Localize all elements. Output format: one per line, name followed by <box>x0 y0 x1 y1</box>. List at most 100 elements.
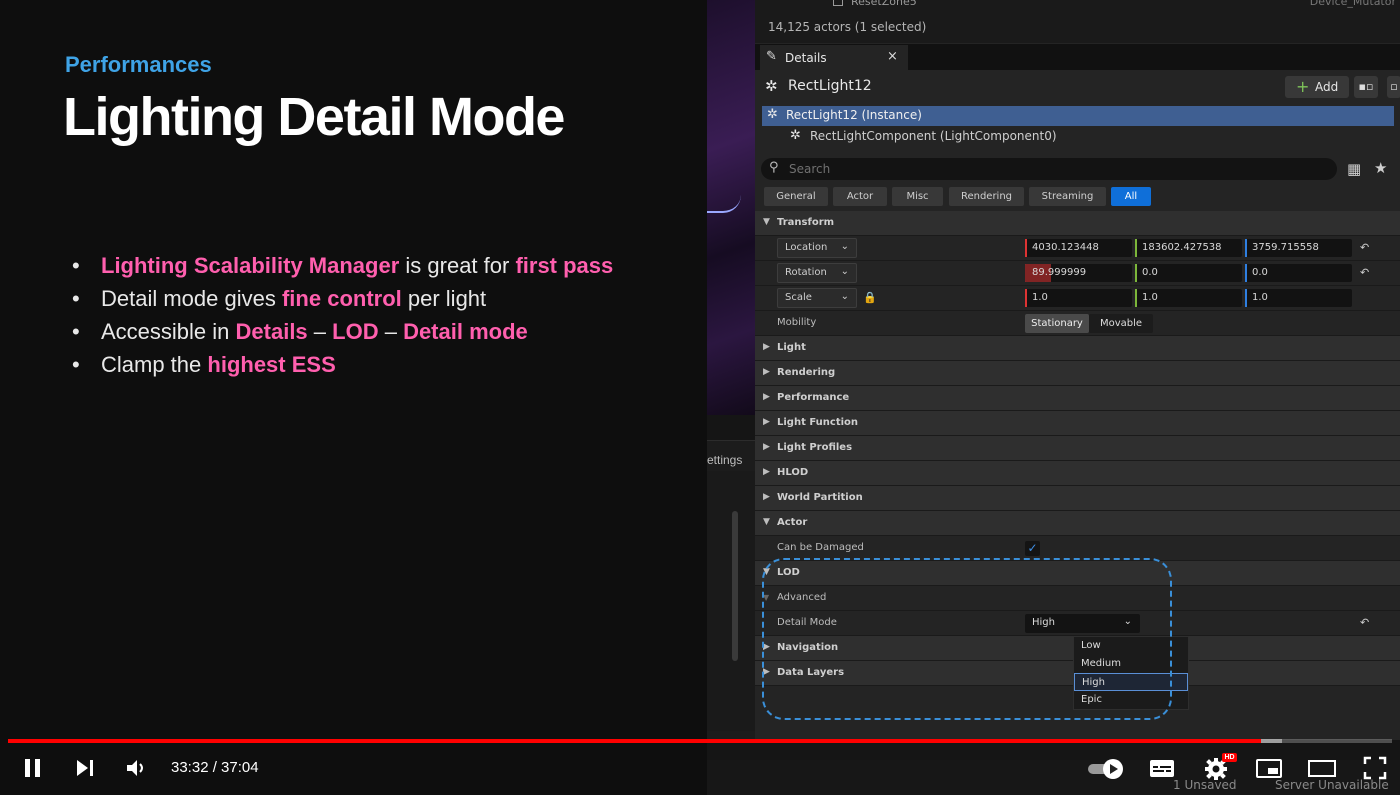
property-rotation: Rotation ⌄ 89.999999 0.0 0.0 ↶ <box>755 261 1400 286</box>
rotation-y-field[interactable]: 0.0 <box>1135 264 1242 282</box>
mobility-movable-button[interactable]: Movable <box>1089 314 1153 333</box>
highlight-text: first pass <box>515 253 614 278</box>
progress-buffered <box>1261 739 1282 743</box>
bullet-text: per light <box>401 286 487 311</box>
theater-mode-icon[interactable] <box>1307 757 1337 779</box>
location-y-value: 183602.427538 <box>1142 242 1222 253</box>
scrollbar[interactable] <box>732 511 738 661</box>
category-tab-rendering[interactable]: Rendering <box>949 187 1024 206</box>
check-icon: ✓ <box>1027 541 1038 555</box>
can-be-damaged-checkbox[interactable]: ✓ <box>1025 541 1040 556</box>
outliner-item[interactable]: ResetZone5 <box>851 0 917 8</box>
component-instance-row[interactable]: ✲ RectLight12 (Instance) <box>762 106 1394 126</box>
section-title: Transform <box>777 217 835 228</box>
left-settings-panel: ettings <box>707 440 755 740</box>
reset-to-default-icon[interactable]: ↶ <box>1360 266 1369 279</box>
detail-mode-option-low[interactable]: Low <box>1074 637 1188 655</box>
section-actor[interactable]: ▼ Actor <box>755 511 1400 536</box>
add-label: Add <box>1315 80 1339 94</box>
rotation-dropdown[interactable]: Rotation ⌄ <box>777 263 857 283</box>
category-tab-all[interactable]: All <box>1111 187 1151 206</box>
lock-icon[interactable]: 🔒 <box>863 291 877 304</box>
location-x-field[interactable]: 4030.123448 <box>1025 239 1132 257</box>
mobility-label: Mobility <box>777 317 817 328</box>
plus-icon: + <box>1296 77 1310 96</box>
y-axis-marker <box>1135 289 1137 307</box>
section-transform[interactable]: ▼ Transform <box>755 211 1400 236</box>
scale-y-field[interactable]: 1.0 <box>1135 289 1242 307</box>
lock-icon[interactable]: ▫ <box>1387 76 1400 98</box>
autoplay-toggle-icon[interactable] <box>1087 758 1127 780</box>
section-light[interactable]: ▶ Light <box>755 336 1400 361</box>
expand-arrow-icon: ▶ <box>763 642 770 652</box>
slide-kicker: Performances <box>65 52 212 77</box>
pencil-icon: ✎ <box>766 49 777 64</box>
section-light-function[interactable]: ▶ Light Function <box>755 411 1400 436</box>
advanced-group[interactable]: ▼ Advanced <box>755 586 1400 611</box>
section-hlod[interactable]: ▶ HLOD <box>755 461 1400 486</box>
location-z-field[interactable]: 3759.715558 <box>1245 239 1352 257</box>
component-child-row[interactable]: RectLightComponent (LightComponent0) <box>810 129 1057 143</box>
section-world-partition[interactable]: ▶ World Partition <box>755 486 1400 511</box>
detail-mode-option-epic[interactable]: Epic <box>1074 691 1188 709</box>
category-tab-general[interactable]: General <box>764 187 828 206</box>
scale-dropdown[interactable]: Scale ⌄ <box>777 288 857 308</box>
y-axis-marker <box>1135 264 1137 282</box>
detail-mode-label: Detail Mode <box>777 617 837 628</box>
blueprint-icon[interactable]: ▪▫ <box>1354 76 1378 98</box>
actor-count: 14,125 actors (1 selected) <box>768 20 927 34</box>
favorites-star-icon[interactable]: ★ <box>1374 159 1387 177</box>
miniplayer-icon[interactable] <box>1255 757 1283 779</box>
tab-details[interactable]: ✎ Details × <box>760 45 908 70</box>
section-light-profiles[interactable]: ▶ Light Profiles <box>755 436 1400 461</box>
detail-mode-select[interactable]: High ⌄ <box>1025 614 1140 633</box>
add-component-button[interactable]: + Add <box>1285 76 1349 98</box>
detail-mode-option-medium[interactable]: Medium <box>1074 655 1188 673</box>
section-title: Rendering <box>777 367 836 378</box>
highlight-text: fine control <box>281 286 402 311</box>
close-icon[interactable]: × <box>887 49 898 64</box>
section-title: World Partition <box>777 492 863 503</box>
advanced-label: Advanced <box>777 592 827 603</box>
pause-icon[interactable] <box>22 757 44 779</box>
expand-arrow-icon: ▶ <box>763 367 770 377</box>
server-status[interactable]: Server Unavailable <box>1275 778 1389 792</box>
search-icon: ⚲ <box>769 160 779 175</box>
scale-x-field[interactable]: 1.0 <box>1025 289 1132 307</box>
detail-mode-option-high[interactable]: High <box>1074 673 1188 691</box>
rotation-x-field[interactable]: 89.999999 <box>1025 264 1132 282</box>
reset-to-default-icon[interactable]: ↶ <box>1360 616 1369 629</box>
rotation-z-field[interactable]: 0.0 <box>1245 264 1352 282</box>
category-tab-streaming[interactable]: Streaming <box>1029 187 1106 206</box>
fullscreen-icon[interactable] <box>1363 756 1387 780</box>
level-viewport[interactable] <box>707 0 755 415</box>
volume-icon[interactable] <box>124 757 148 779</box>
location-dropdown[interactable]: Location ⌄ <box>777 238 857 258</box>
expand-arrow-icon: ▶ <box>763 417 770 427</box>
actor-name[interactable]: RectLight12 <box>788 78 872 94</box>
settings-label[interactable]: ettings <box>707 453 742 467</box>
progress-played[interactable] <box>8 739 1261 743</box>
category-tab-actor[interactable]: Actor <box>833 187 887 206</box>
reset-to-default-icon[interactable]: ↶ <box>1360 241 1369 254</box>
section-title: Light Profiles <box>777 442 853 453</box>
scale-z-field[interactable]: 1.0 <box>1245 289 1352 307</box>
expand-arrow-icon: ▶ <box>763 392 770 402</box>
property-matrix-icon[interactable]: ▦ <box>1347 160 1361 178</box>
section-lod[interactable]: ▼ LOD <box>755 561 1400 586</box>
section-rendering[interactable]: ▶ Rendering <box>755 361 1400 386</box>
location-z-value: 3759.715558 <box>1252 242 1319 253</box>
next-icon[interactable] <box>74 757 96 779</box>
location-y-field[interactable]: 183602.427538 <box>1135 239 1242 257</box>
category-tab-misc[interactable]: Misc <box>892 187 943 206</box>
section-performance[interactable]: ▶ Performance <box>755 386 1400 411</box>
outliner-type: Device_Mutator <box>1309 0 1396 8</box>
section-title: Data Layers <box>777 667 845 678</box>
rotation-y-value: 0.0 <box>1142 267 1158 278</box>
slide-panel: Performances Lighting Detail Mode Lighti… <box>0 0 707 795</box>
rotation-x-value: 89.999999 <box>1032 267 1087 278</box>
mobility-stationary-button[interactable]: Stationary <box>1025 314 1089 333</box>
subtitles-icon[interactable] <box>1149 757 1175 779</box>
detail-mode-value: High <box>1032 617 1055 628</box>
search-input[interactable]: ⚲ Search <box>761 158 1337 180</box>
